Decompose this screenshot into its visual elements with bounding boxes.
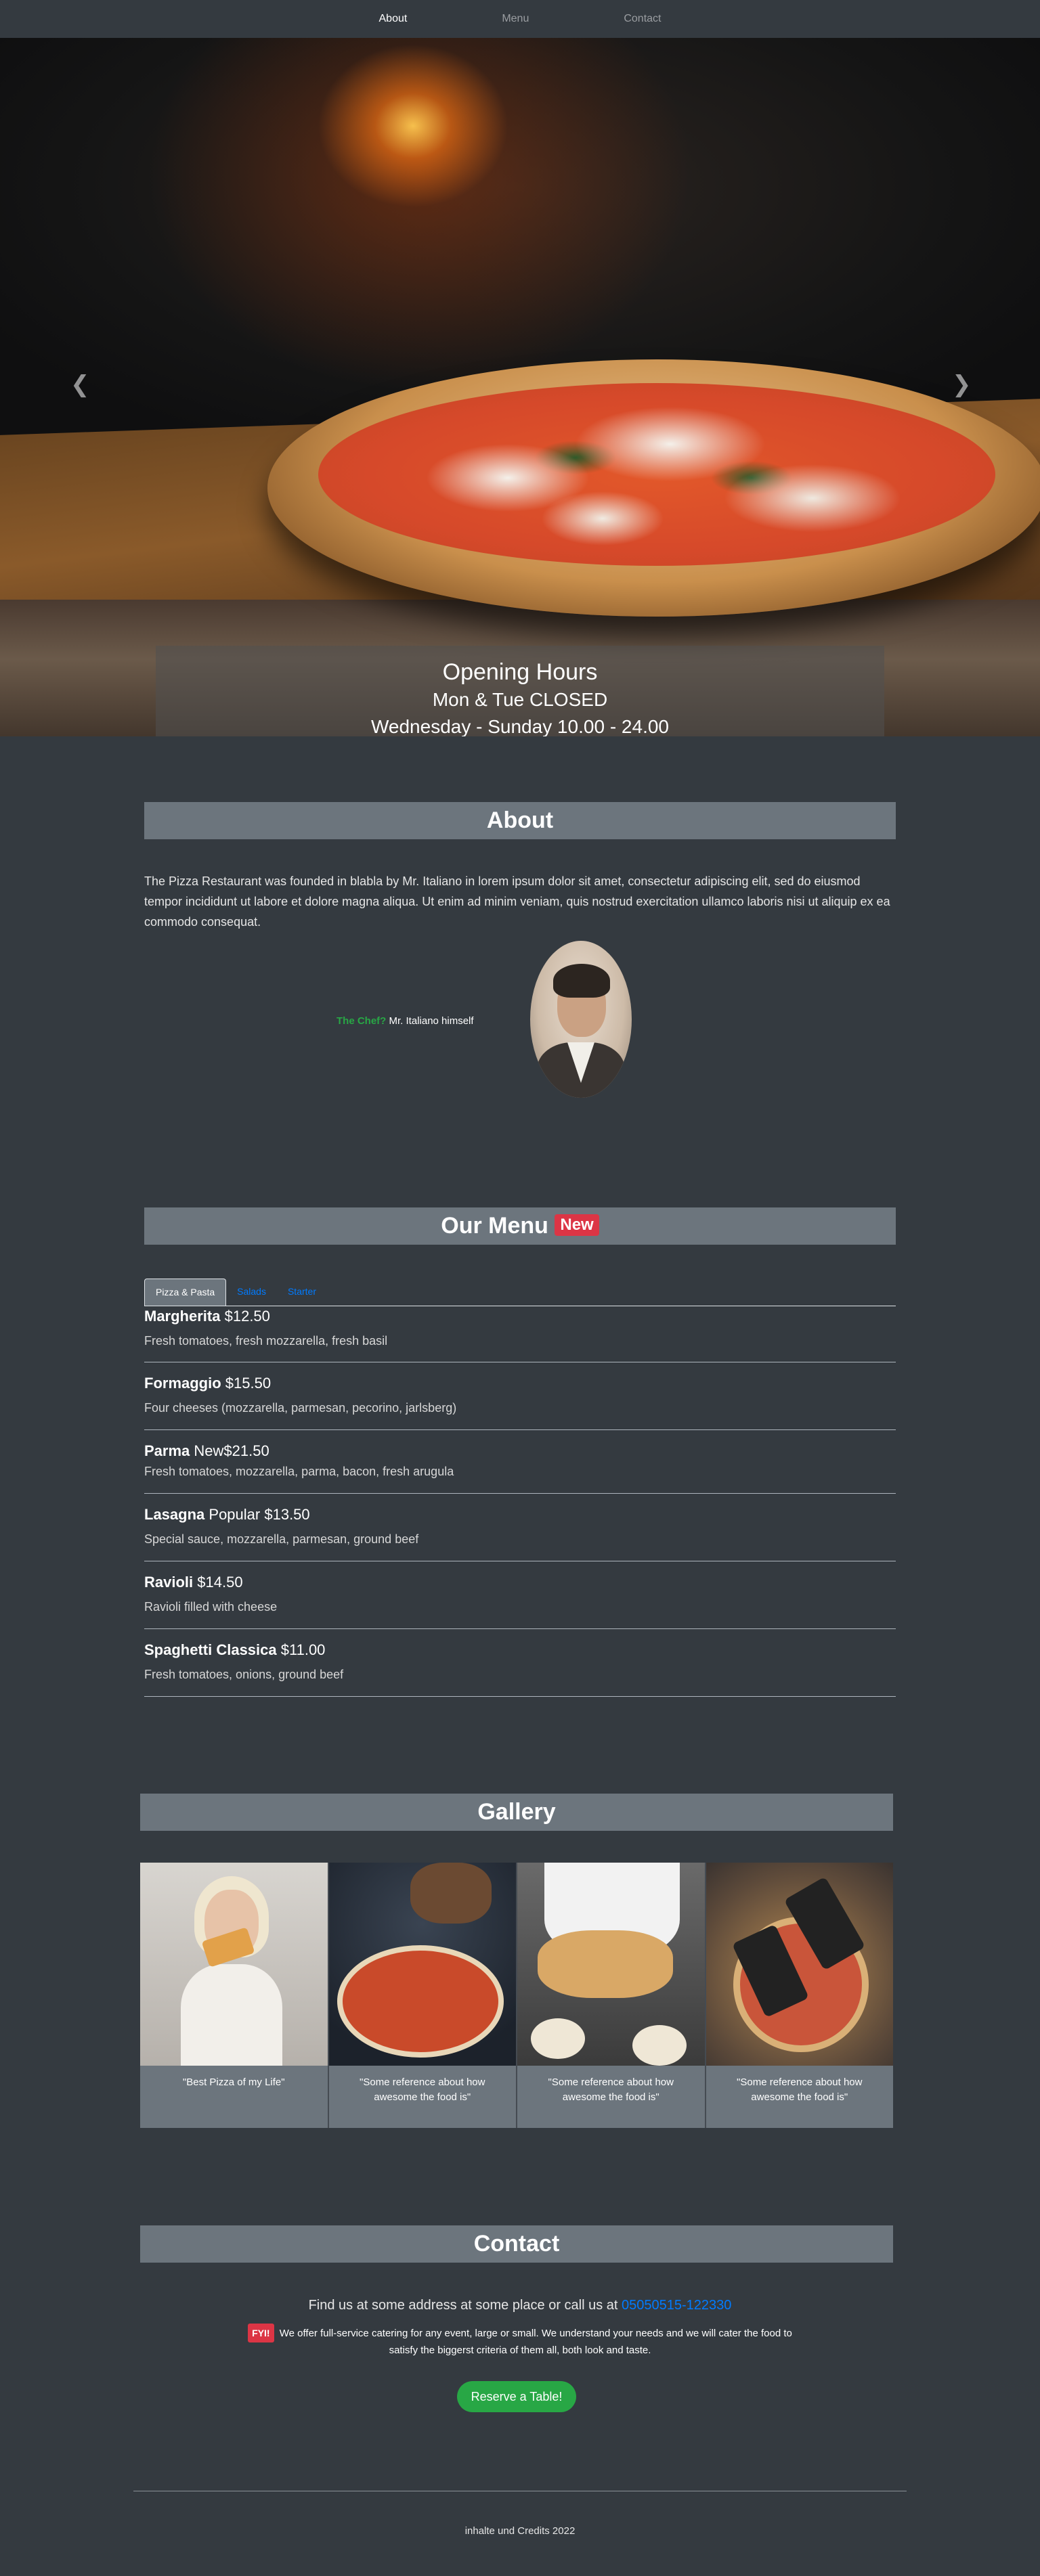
chef-photo [530, 941, 632, 1098]
gallery-caption: "Some reference about how awesome the fo… [737, 2077, 863, 2103]
nav-link-menu[interactable]: Menu [502, 13, 529, 25]
chef-name: Mr. Italiano himself [389, 1015, 474, 1027]
menu-heading-text: Our Menu [441, 1213, 548, 1239]
footer-credits: inhalte und Credits 2022 [464, 2525, 576, 2537]
menu-item-name: Lasagna Popular $13.50 [144, 1506, 310, 1523]
chef-line: The Chef? Mr. Italiano himself [337, 1015, 474, 1027]
top-navbar: About Menu Contact [0, 0, 1040, 38]
gallery-card: "Best Pizza of my Life" [140, 1863, 329, 2128]
menu-tabs: Pizza & Pasta Salads Starter [144, 1276, 896, 1306]
caption-closed-days: Mon & Tue CLOSED [432, 689, 608, 710]
menu-item: Ravioli $14.50 Ravioli filled with chees… [144, 1561, 896, 1629]
phone-link[interactable]: 05050515-122330 [622, 2298, 731, 2313]
menu-item-desc: Ravioli filled with cheese [144, 1600, 278, 1614]
catering-note: FYI! We offer full-service catering for … [245, 2324, 795, 2359]
menu-item-name: Ravioli $14.50 [144, 1574, 243, 1591]
chevron-right-icon[interactable]: ❯ [952, 373, 972, 396]
menu-list: Margherita $12.50 Fresh tomatoes, fresh … [144, 1306, 896, 1697]
about-text: The Pizza Restaurant was founded in blab… [144, 874, 890, 929]
gallery-heading: Gallery [140, 1794, 893, 1831]
chef-label: The Chef? [337, 1015, 387, 1027]
tab-pizza-pasta[interactable]: Pizza & Pasta [144, 1279, 227, 1306]
gallery-image-pizza-preparation [328, 1863, 516, 2066]
menu-item-name: Formaggio $15.50 [144, 1375, 272, 1392]
nav-link-contact[interactable]: Contact [624, 13, 661, 25]
chevron-left-icon[interactable]: ❮ [70, 373, 90, 396]
contact-heading: Contact [140, 2225, 893, 2263]
gallery-image-chef-with-pizza [517, 1863, 705, 2066]
gallery-grid: "Best Pizza of my Life" "Some reference … [140, 1863, 893, 2128]
menu-item-desc: Special sauce, mozzarella, parmesan, gro… [144, 1532, 419, 1546]
gallery-caption: "Some reference about how awesome the fo… [548, 2077, 674, 2103]
caption-title: Opening Hours [442, 659, 598, 685]
gallery-card: "Some reference about how awesome the fo… [706, 1863, 893, 2128]
gallery-image-woman-eating-pizza [140, 1863, 328, 2066]
menu-item: Margherita $12.50 Fresh tomatoes, fresh … [144, 1306, 896, 1362]
menu-item-desc: Four cheeses (mozzarella, parmesan, peco… [144, 1401, 457, 1415]
menu-heading: Our Menu New [144, 1207, 896, 1245]
gallery-caption: "Some reference about how awesome the fo… [360, 2077, 485, 2103]
menu-item-name: Parma New$21.50 [144, 1442, 269, 1459]
menu-item: Lasagna Popular $13.50 Special sauce, mo… [144, 1494, 896, 1561]
opening-hours-caption: Opening Hours Mon & Tue CLOSED Wednesday… [156, 646, 884, 736]
nav-link-about[interactable]: About [379, 13, 408, 25]
tab-salads[interactable]: Salads [226, 1279, 277, 1306]
caption-hours: Wednesday - Sunday 10.00 - 24.00 [370, 716, 669, 736]
menu-item-desc: Fresh tomatoes, onions, ground beef [144, 1668, 344, 1681]
menu-item-desc: Fresh tomatoes, mozzarella, parma, bacon… [144, 1465, 454, 1478]
hero-pizza-toppings [318, 383, 995, 566]
menu-item-desc: Fresh tomatoes, fresh mozzarella, fresh … [144, 1334, 388, 1348]
gallery-card: "Some reference about how awesome the fo… [328, 1863, 517, 2128]
reserve-table-button[interactable]: Reserve a Table! [457, 2381, 576, 2412]
about-heading: About [144, 802, 896, 839]
gallery-image-phones-photographing-pizza [706, 1863, 893, 2066]
contact-address-text: Find us at some address at some place or… [308, 2298, 618, 2313]
menu-item: Parma New$21.50 Fresh tomatoes, mozzarel… [144, 1430, 896, 1494]
contact-line: Find us at some address at some place or… [0, 2296, 1040, 2315]
catering-text: We offer full-service catering for any e… [279, 2328, 792, 2356]
menu-item-name: Spaghetti Classica $11.00 [144, 1641, 326, 1658]
gallery-card: "Some reference about how awesome the fo… [517, 1863, 706, 2128]
menu-item: Formaggio $15.50 Four cheeses (mozzarell… [144, 1362, 896, 1430]
fyi-badge: FYI! [248, 2324, 274, 2342]
menu-item: Spaghetti Classica $11.00 Fresh tomatoes… [144, 1629, 896, 1697]
gallery-caption: "Best Pizza of my Life" [182, 2077, 285, 2088]
hero-carousel: ❮ ❯ Opening Hours Mon & Tue CLOSED Wedne… [0, 38, 1040, 736]
tab-starter[interactable]: Starter [277, 1279, 327, 1306]
menu-item-name: Margherita $12.50 [144, 1308, 270, 1325]
new-badge: New [555, 1214, 599, 1237]
